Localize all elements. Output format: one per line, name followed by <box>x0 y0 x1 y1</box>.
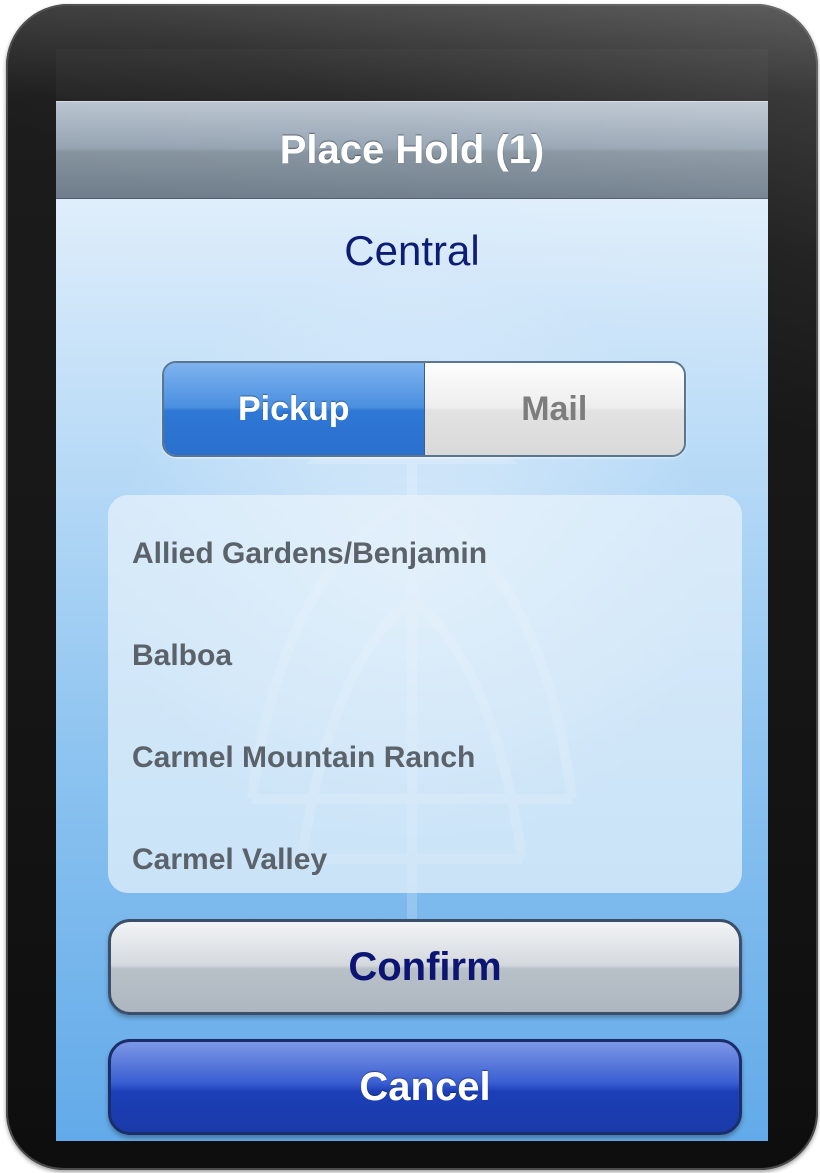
cancel-button[interactable]: Cancel <box>108 1039 742 1135</box>
selected-branch-name: Central <box>344 227 480 274</box>
device-frame: Place Hold (1) Central Pickup Mail Allie… <box>6 4 818 1170</box>
delivery-method-toggle: Pickup Mail <box>162 361 686 457</box>
place-hold-panel: Central Pickup Mail Allied Gardens/Benja… <box>56 199 768 1141</box>
branch-option[interactable]: Carmel Valley <box>108 809 742 911</box>
confirm-button[interactable]: Confirm <box>108 919 742 1015</box>
branch-picker-list[interactable]: Allied Gardens/Benjamin Balboa Carmel Mo… <box>108 495 742 893</box>
screen: Place Hold (1) Central Pickup Mail Allie… <box>56 49 768 1141</box>
navigation-bar: Place Hold (1) <box>56 101 768 199</box>
status-bar <box>56 49 768 101</box>
page-title: Place Hold (1) <box>279 127 545 172</box>
branch-option[interactable]: Carmel Mountain Ranch <box>108 707 742 809</box>
pickup-segment[interactable]: Pickup <box>164 363 425 455</box>
branch-option[interactable]: Balboa <box>108 605 742 707</box>
mail-segment[interactable]: Mail <box>424 363 684 455</box>
branch-option[interactable]: Allied Gardens/Benjamin <box>108 503 742 605</box>
